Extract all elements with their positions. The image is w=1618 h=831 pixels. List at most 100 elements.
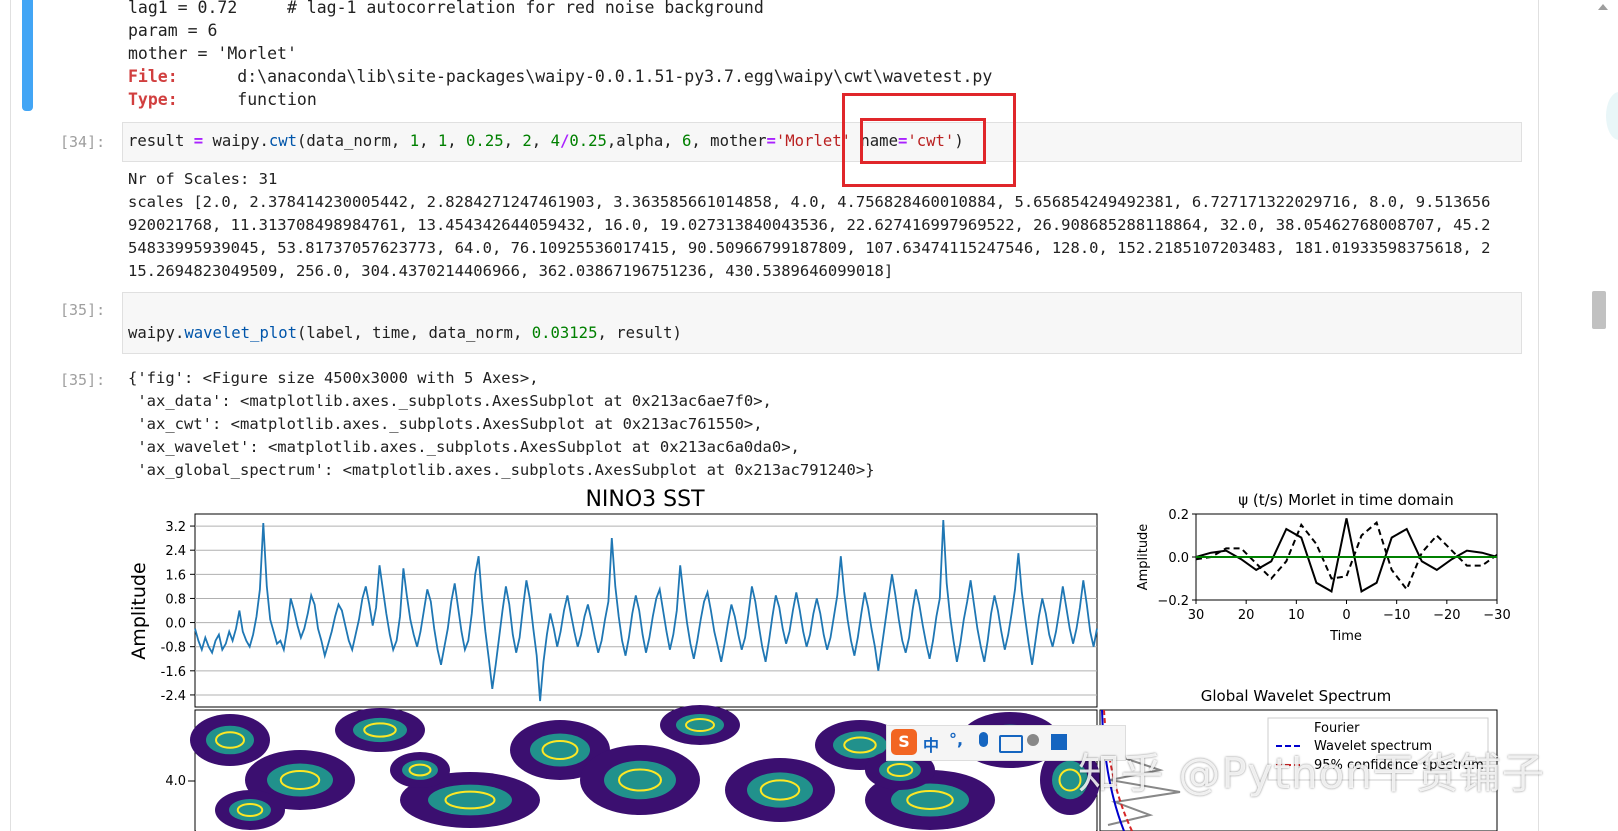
code-token: 2 bbox=[522, 132, 532, 150]
cwt-contour bbox=[604, 760, 676, 800]
wavelet-plot-title: ψ (t/s) Morlet in time domain bbox=[1238, 491, 1454, 509]
cwt-contour bbox=[676, 714, 724, 736]
wavelet-plot-ylabel: Amplitude bbox=[1136, 524, 1151, 591]
cell-35-output-line: 'ax_cwt': <matplotlib.axes._subplots.Axe… bbox=[128, 415, 763, 433]
type-label: Type: bbox=[128, 90, 178, 109]
microphone-icon[interactable] bbox=[979, 732, 988, 747]
cell-34-output-line: Nr of Scales: 31 bbox=[128, 170, 278, 188]
cell-35-prompt: [35]: bbox=[60, 301, 106, 319]
cell-34-output-line: 54833995939045, 53.81737057623773, 64.0,… bbox=[128, 239, 1491, 257]
skin-icon[interactable] bbox=[1051, 734, 1067, 750]
cell-35-output-line: 'ax_global_spectrum': <matplotlib.axes._… bbox=[128, 461, 875, 479]
keyboard-icon[interactable] bbox=[999, 735, 1023, 753]
xtick-label: 10 bbox=[1288, 608, 1305, 623]
code-token: = bbox=[766, 132, 776, 150]
code-token: 6 bbox=[682, 132, 692, 150]
main-plot-axes bbox=[194, 513, 1098, 708]
side-float-button[interactable] bbox=[1606, 92, 1618, 140]
cwt-contour bbox=[747, 772, 813, 808]
cwt-contour bbox=[353, 717, 407, 743]
selected-cell-indicator bbox=[22, 0, 33, 111]
docstring-file-row: File: d:\anaconda\lib\site-packages\waip… bbox=[128, 65, 992, 88]
highlight-box-inner bbox=[860, 118, 986, 164]
xtick-label: −30 bbox=[1483, 608, 1510, 623]
xtick-label: −10 bbox=[1383, 608, 1410, 623]
code-token: (label, time, data_norm, bbox=[297, 324, 532, 342]
wavelet-plot-xlabel: Time bbox=[1329, 629, 1362, 644]
ytick-label: -1.6 bbox=[161, 665, 186, 680]
main-plot-ylabel: Amplitude bbox=[128, 562, 150, 659]
code-token: 0.03125 bbox=[531, 324, 598, 342]
code-token: 0.25 bbox=[466, 132, 504, 150]
code-token: = bbox=[184, 132, 213, 150]
code-token: , bbox=[503, 132, 523, 150]
ytick-label: 3.2 bbox=[165, 520, 186, 535]
code-token: 0.25 bbox=[569, 132, 607, 150]
code-token: wavelet_plot bbox=[184, 324, 298, 342]
code-token: (data_norm, bbox=[297, 132, 410, 150]
ytick-label: 2.4 bbox=[165, 544, 186, 559]
ime-punctuation-toggle[interactable]: °, bbox=[949, 730, 963, 749]
code-token: 4 bbox=[550, 132, 560, 150]
ime-language-toggle[interactable]: 中 bbox=[923, 732, 939, 756]
file-path: d:\anaconda\lib\site-packages\waipy-0.0.… bbox=[237, 67, 993, 86]
code-token: waipy. bbox=[128, 324, 185, 342]
cwt-ytick-label: 4.0 bbox=[165, 774, 186, 789]
cwt-contour bbox=[229, 799, 271, 821]
cell-35-output-line: 'ax_wavelet': <matplotlib.axes._subplots… bbox=[128, 438, 800, 456]
ytick-label: −0.2 bbox=[1157, 594, 1189, 609]
ime-logo-icon[interactable]: S bbox=[891, 729, 917, 755]
code-token: , result) bbox=[597, 324, 682, 342]
file-label: File: bbox=[128, 67, 178, 86]
cwt-contour bbox=[530, 733, 590, 767]
cell-34-output-line: 15.2694823049509, 256.0, 304.43702144069… bbox=[128, 262, 894, 280]
user-icon[interactable] bbox=[1027, 734, 1039, 746]
code-token: 1 bbox=[409, 132, 420, 150]
cell-34-output-line: scales [2.0, 2.378414230005442, 2.828427… bbox=[128, 193, 1491, 211]
xtick-label: −20 bbox=[1433, 608, 1460, 623]
code-token: 'Morlet' bbox=[775, 132, 852, 150]
docstring-line: param = 6 bbox=[128, 21, 218, 40]
code-token: waipy. bbox=[212, 132, 269, 150]
cell-34-code[interactable]: result = waipy.cwt(data_norm, 1, 1, 0.25… bbox=[128, 130, 964, 153]
cwt-contour bbox=[879, 759, 921, 781]
code-token: , bbox=[531, 132, 551, 150]
code-token: , mother bbox=[691, 132, 767, 150]
cwt-contour bbox=[402, 760, 438, 780]
cell-35-code[interactable]: waipy.wavelet_plot(label, time, data_nor… bbox=[128, 322, 682, 345]
ytick-label: -0.8 bbox=[161, 641, 186, 656]
main-plot-title: NINO3 SST bbox=[585, 487, 705, 512]
scrollbar-thumb[interactable] bbox=[1592, 291, 1606, 329]
cell-35-output-line: 'ax_data': <matplotlib.axes._subplots.Ax… bbox=[128, 392, 772, 410]
cell-35-output-line: {'fig': <Figure size 4500x3000 with 5 Ax… bbox=[128, 369, 539, 387]
cell-34-prompt: [34]: bbox=[60, 133, 106, 151]
cell-35-out-prompt: [35]: bbox=[60, 371, 106, 389]
docstring-line: mother = 'Morlet' bbox=[128, 44, 297, 63]
watermark: 知乎 @Python干货铺子 bbox=[1078, 749, 1545, 798]
xtick-label: 0 bbox=[1342, 608, 1350, 623]
ytick-label: 0.8 bbox=[165, 592, 186, 607]
code-token: 1 bbox=[437, 132, 448, 150]
global-spectrum-title: Global Wavelet Spectrum bbox=[1201, 687, 1392, 705]
cell-34-output-line: 920021768, 11.313708498984761, 13.454342… bbox=[128, 216, 1491, 234]
ytick-label: 0.0 bbox=[165, 617, 186, 632]
xtick-label: 30 bbox=[1188, 608, 1205, 623]
code-token: ,alpha, bbox=[606, 132, 683, 150]
code-token: , bbox=[419, 132, 438, 150]
code-token: cwt bbox=[268, 132, 298, 150]
ytick-label: 0.2 bbox=[1168, 508, 1189, 523]
code-token: result bbox=[128, 132, 185, 150]
docstring-line: lag1 = 0.72 # lag-1 autocorrelation for … bbox=[128, 0, 764, 17]
type-value: function bbox=[237, 90, 317, 109]
main-plot-yticks: 3.2 2.4 1.6 0.8 0.0 -0.8 -1.6 -2.4 bbox=[161, 520, 195, 704]
scroll-up-arrow-icon[interactable] bbox=[1598, 4, 1608, 10]
ytick-label: 1.6 bbox=[165, 568, 186, 583]
code-token: , bbox=[447, 132, 467, 150]
xtick-label: 20 bbox=[1238, 608, 1255, 623]
ytick-label: -2.4 bbox=[161, 689, 186, 704]
docstring-type-row: Type: function bbox=[128, 88, 317, 111]
cwt-contour bbox=[267, 763, 333, 797]
cwt-contour bbox=[206, 725, 254, 755]
ytick-label: 0.0 bbox=[1168, 551, 1189, 566]
code-token: / bbox=[559, 132, 570, 150]
